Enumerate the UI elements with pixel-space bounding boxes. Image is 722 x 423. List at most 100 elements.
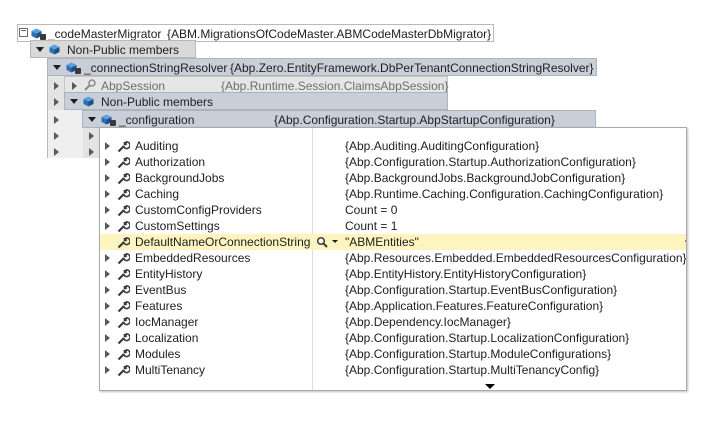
triangle-right-icon[interactable] [105,270,110,278]
triangle-right-icon[interactable] [54,82,59,90]
scroll-down-icon[interactable] [485,384,495,389]
property-row[interactable]: Authorization {Abp.Configuration.Startup.… [100,154,686,170]
triangle-right-icon[interactable] [105,254,110,262]
triangle-right-icon[interactable] [105,318,110,326]
wrench-icon [117,221,130,233]
property-value: {Abp.Configuration.Startup.Authorization… [345,155,636,169]
wrench-icon [117,173,130,185]
property-value: {Abp.EntityHistory.EntityHistoryConfigur… [345,267,587,281]
triangle-right-icon[interactable] [105,302,110,310]
resolver-name: _connectionStringResolver [84,61,228,75]
property-name: CustomConfigProviders [135,203,262,217]
tree-indent-stub [47,110,83,158]
property-value: {Abp.Configuration.Startup.MultiTenancyC… [345,363,600,377]
property-value: {Abp.Dependency.IocManager} [345,315,511,329]
triangle-right-icon[interactable] [54,148,59,156]
property-name: DefaultNameOrConnectionString [135,235,311,249]
property-row[interactable]: IocManager {Abp.Dependency.IocManager} [100,314,686,330]
wrench-icon [117,301,130,313]
pin-icon[interactable] [685,237,687,246]
property-row[interactable]: Localization {Abp.Configuration.Startup.L… [100,330,686,346]
wrench-icon [117,205,130,217]
property-name: Modules [135,347,181,361]
property-value: {Abp.Configuration.Startup.EventBusConfi… [345,283,618,297]
property-value: Count = 0 [345,203,398,217]
property-row[interactable]: CustomSettings Count = 1 [100,218,686,234]
datatip-nonpublic2-row[interactable]: Non-Public members [64,92,448,110]
triangle-right-icon[interactable] [54,98,59,106]
triangle-down-icon[interactable] [88,117,96,122]
property-name: Features [135,299,183,313]
wrench-icon [117,157,130,169]
property-row[interactable]: MultiTenancy {Abp.Configuration.Startup.M… [100,362,686,378]
wrench-icon [117,365,130,377]
triangle-right-icon[interactable] [105,190,110,198]
datatip-configuration-row[interactable]: _configuration {Abp.Configuration.Startu… [82,110,596,128]
property-value: {Abp.Auditing.AuditingConfiguration} [345,139,540,153]
triangle-right-icon[interactable] [105,158,110,166]
cube-icon [49,44,60,55]
property-value: {Abp.Application.Features.FeatureConfigu… [345,299,604,313]
datatip-nonpublic-row[interactable]: Non-Public members [30,40,196,58]
cube-icon [83,96,94,107]
wrench-icon [117,285,130,297]
lock-icon [110,120,116,126]
property-name: Localization [135,331,199,345]
wrench-icon [117,141,130,153]
property-row[interactable]: Caching {Abp.Runtime.Caching.Configuratio… [100,186,686,202]
property-row[interactable]: DefaultNameOrConnectionString "ABMEntitie… [100,234,686,250]
property-name: EmbeddedResources [135,251,251,265]
triangle-down-icon[interactable] [53,65,61,70]
wrench-icon [117,317,130,329]
triangle-right-icon[interactable] [89,132,94,140]
property-name: MultiTenancy [135,363,206,377]
property-row[interactable]: Auditing {Abp.Auditing.AuditingConfigurat… [100,138,686,154]
property-row[interactable]: CustomConfigProviders Count = 0 [100,202,686,218]
triangle-right-icon[interactable] [105,350,110,358]
property-name: EntityHistory [135,267,203,281]
triangle-right-icon[interactable] [89,148,94,156]
nonpublic2-label: Non-Public members [101,95,214,109]
triangle-right-icon[interactable] [105,286,110,294]
property-name: Authorization [135,155,206,169]
triangle-down-icon[interactable] [36,47,44,52]
triangle-right-icon[interactable] [105,222,110,230]
property-value: {Abp.Configuration.Startup.ModuleConfigu… [345,347,612,361]
property-row[interactable]: EventBus {Abp.Configuration.Startup.Event… [100,282,686,298]
wrench-icon [117,237,130,249]
triangle-right-icon[interactable] [105,174,110,182]
property-value: {Abp.Resources.Embedded.EmbeddedResource… [345,251,687,265]
property-name: IocManager [135,315,199,329]
wrench-icon [84,79,96,91]
property-value: {Abp.Runtime.Caching.Configuration.Cachi… [345,187,664,201]
property-name: BackgroundJobs [135,171,225,185]
wrench-icon [117,253,130,265]
property-value: {Abp.BackgroundJobs.BackgroundJobConfigu… [345,171,626,185]
property-row[interactable]: EntityHistory {Abp.EntityHistory.EntityHi… [100,266,686,282]
property-row[interactable]: BackgroundJobs {Abp.BackgroundJobs.Backgr… [100,170,686,186]
property-value: {Abp.Configuration.Startup.LocalizationC… [345,331,630,345]
triangle-right-icon[interactable] [105,366,110,374]
triangle-right-icon[interactable] [54,116,59,124]
property-name: EventBus [135,283,187,297]
triangle-right-icon[interactable] [105,142,110,150]
lock-icon [75,68,81,74]
property-row[interactable]: Features {Abp.Application.Features.Featur… [100,298,686,314]
visualizer-dropdown-icon[interactable] [332,240,338,243]
wrench-icon [117,189,130,201]
collapse-box-icon[interactable]: − [19,27,28,37]
triangle-right-icon[interactable] [72,82,77,90]
magnifier-icon[interactable] [316,236,328,248]
property-row[interactable]: EmbeddedResources {Abp.Resources.Embedded… [100,250,686,266]
resolver-value: {Abp.Zero.EntityFramework.DbPerTenantCon… [230,61,594,75]
triangle-right-icon[interactable] [105,206,110,214]
wrench-icon [117,333,130,345]
wrench-icon [117,269,130,281]
property-value[interactable]: "ABMEntities" [345,234,419,250]
property-name: CustomSettings [135,219,220,233]
triangle-right-icon[interactable] [105,334,110,342]
triangle-right-icon[interactable] [54,132,59,140]
datatip-resolver-row[interactable]: _connectionStringResolver {Abp.Zero.Enti… [47,58,597,76]
property-row[interactable]: Modules {Abp.Configuration.Startup.Module… [100,346,686,362]
triangle-down-icon[interactable] [70,99,78,104]
